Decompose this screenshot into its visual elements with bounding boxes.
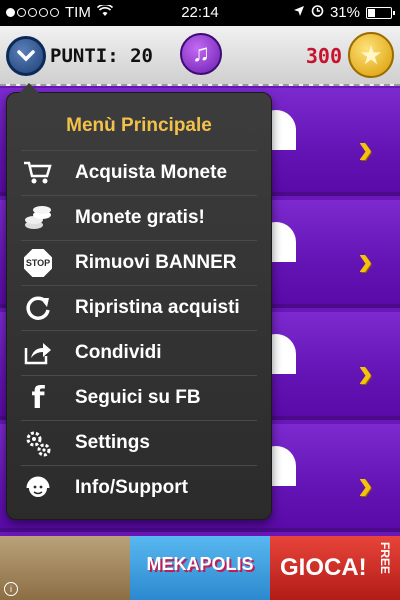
stop-sign-text: STOP — [24, 249, 52, 277]
points-label: PUNTI: 20 — [50, 45, 153, 67]
menu-item-label: Seguici su FB — [75, 387, 201, 408]
chevron-right-icon[interactable]: › — [358, 236, 373, 286]
menu-item-free-coins[interactable]: Monete gratis! — [21, 195, 257, 240]
status-indicators: 31% — [293, 4, 395, 21]
facebook-icon: f — [31, 380, 45, 416]
chevron-right-icon[interactable]: › — [358, 460, 373, 510]
menu-item-label: Rimuovi BANNER — [75, 252, 237, 273]
menu-item-remove-banner[interactable]: STOP Rimuovi BANNER — [21, 240, 257, 285]
music-note-icon[interactable]: ♫ — [180, 33, 222, 75]
menu-item-follow-facebook[interactable]: f Seguici su FB — [21, 375, 257, 420]
status-bar: TIM 22:14 31% — [0, 0, 400, 26]
chevron-right-icon[interactable]: › — [358, 348, 373, 398]
menu-item-label: Monete gratis! — [75, 207, 205, 228]
menu-title: Menù Principale — [66, 115, 212, 136]
ad-free-label: FREE — [378, 542, 392, 575]
ad-artwork: i — [0, 536, 130, 600]
game-header: PUNTI: 20 ♫ 300 ★ — [0, 26, 400, 86]
menu-item-label: Settings — [75, 432, 150, 453]
cart-icon — [21, 156, 55, 190]
menu-item-share[interactable]: Condividi — [21, 330, 257, 375]
chevron-down-icon[interactable] — [6, 36, 46, 76]
battery-icon — [366, 6, 395, 19]
main-menu-popover: Menù Principale Acquista Monete Monete g… — [6, 83, 272, 520]
restore-icon — [21, 291, 55, 325]
menu-item-restore-purchases[interactable]: Ripristina acquisti — [21, 285, 257, 330]
location-icon — [293, 4, 305, 21]
ad-cta-label: GIOCA! — [280, 554, 367, 581]
menu-item-label: Condividi — [75, 342, 162, 363]
support-icon — [21, 471, 55, 505]
battery-percent: 31% — [329, 4, 360, 21]
ad-cta[interactable]: GIOCA! FREE — [270, 536, 400, 600]
gears-icon — [21, 426, 55, 460]
menu-item-buy-coins[interactable]: Acquista Monete — [21, 150, 257, 195]
chevron-right-icon[interactable]: › — [358, 124, 373, 174]
coins-icon — [21, 201, 55, 235]
stop-sign-icon: STOP — [21, 246, 55, 280]
alarm-icon — [311, 4, 324, 21]
menu-item-label: Acquista Monete — [75, 162, 228, 183]
ad-brand: MEKAPOLIS — [146, 554, 254, 574]
coins-value: 300 — [305, 44, 342, 68]
ad-info-icon[interactable]: i — [4, 582, 18, 596]
ad-logo: MEKAPOLIS — [130, 536, 270, 600]
ad-banner[interactable]: i MEKAPOLIS GIOCA! FREE — [0, 536, 400, 600]
share-icon — [21, 336, 55, 370]
menu-item-label: Ripristina acquisti — [75, 297, 240, 318]
menu-item-label: Info/Support — [75, 477, 188, 498]
menu-item-info-support[interactable]: Info/Support — [21, 465, 257, 510]
star-coin-icon[interactable]: ★ — [348, 32, 394, 78]
menu-item-settings[interactable]: Settings — [21, 420, 257, 465]
